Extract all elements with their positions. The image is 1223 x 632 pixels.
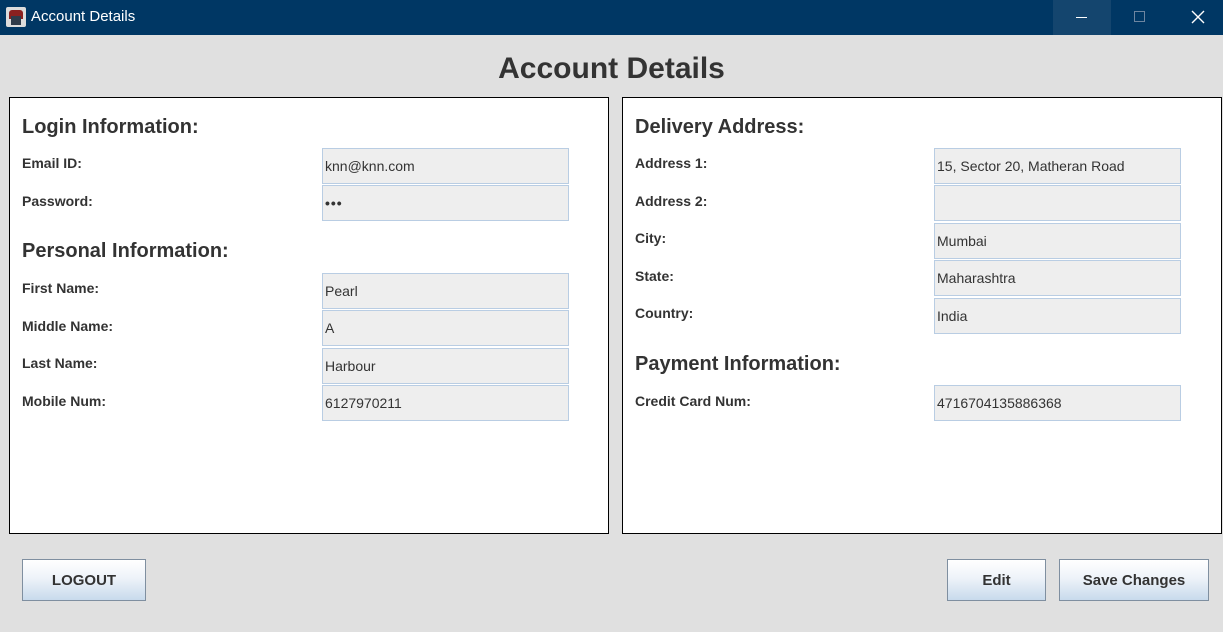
password-label: Password: — [22, 193, 93, 209]
email-field[interactable]: knn@knn.com — [322, 148, 569, 184]
minimize-icon — [1076, 17, 1087, 18]
state-label: State: — [635, 268, 674, 284]
country-label: Country: — [635, 305, 694, 321]
last-name-label: Last Name: — [22, 355, 98, 371]
page-title: Account Details — [498, 52, 725, 85]
password-field[interactable]: ••• — [322, 185, 569, 221]
close-icon — [1191, 10, 1205, 24]
personal-information-heading: Personal Information: — [22, 240, 229, 262]
last-name-field[interactable]: Harbour — [322, 348, 569, 384]
login-information-heading: Login Information: — [22, 116, 199, 138]
middle-name-label: Middle Name: — [22, 318, 114, 334]
first-name-label: First Name: — [22, 280, 100, 296]
address2-label: Address 2: — [635, 193, 708, 209]
window-title: Account Details — [31, 8, 136, 25]
delivery-address-heading: Delivery Address: — [635, 116, 805, 138]
state-field[interactable]: Maharashtra — [934, 260, 1181, 296]
address1-field[interactable]: 15, Sector 20, Matheran Road — [934, 148, 1181, 184]
mobile-num-field[interactable]: 6127970211 — [322, 385, 569, 421]
address1-label: Address 1: — [635, 155, 708, 171]
logout-button[interactable]: LOGOUT — [22, 559, 146, 601]
minimize-button[interactable] — [1053, 0, 1111, 35]
first-name-field[interactable]: Pearl — [322, 273, 569, 309]
payment-information-heading: Payment Information: — [635, 353, 841, 375]
city-label: City: — [635, 230, 667, 246]
email-label: Email ID: — [22, 155, 82, 171]
mobile-num-label: Mobile Num: — [22, 393, 106, 409]
credit-card-field[interactable]: 4716704135886368 — [934, 385, 1181, 421]
middle-name-field[interactable]: A — [322, 310, 569, 346]
country-field[interactable]: India — [934, 298, 1181, 334]
edit-button[interactable]: Edit — [947, 559, 1046, 601]
account-info-panel: Login Information: Email ID: knn@knn.com… — [9, 97, 609, 534]
address-payment-panel: Delivery Address: Address 1: 15, Sector … — [622, 97, 1222, 534]
java-app-icon — [6, 7, 26, 27]
credit-card-label: Credit Card Num: — [635, 393, 751, 409]
city-field[interactable]: Mumbai — [934, 223, 1181, 259]
window-titlebar: Account Details — [0, 0, 1223, 35]
save-changes-button[interactable]: Save Changes — [1059, 559, 1209, 601]
maximize-button[interactable] — [1111, 0, 1169, 35]
close-button[interactable] — [1169, 0, 1223, 35]
address2-field[interactable] — [934, 185, 1181, 221]
maximize-icon — [1134, 11, 1145, 22]
